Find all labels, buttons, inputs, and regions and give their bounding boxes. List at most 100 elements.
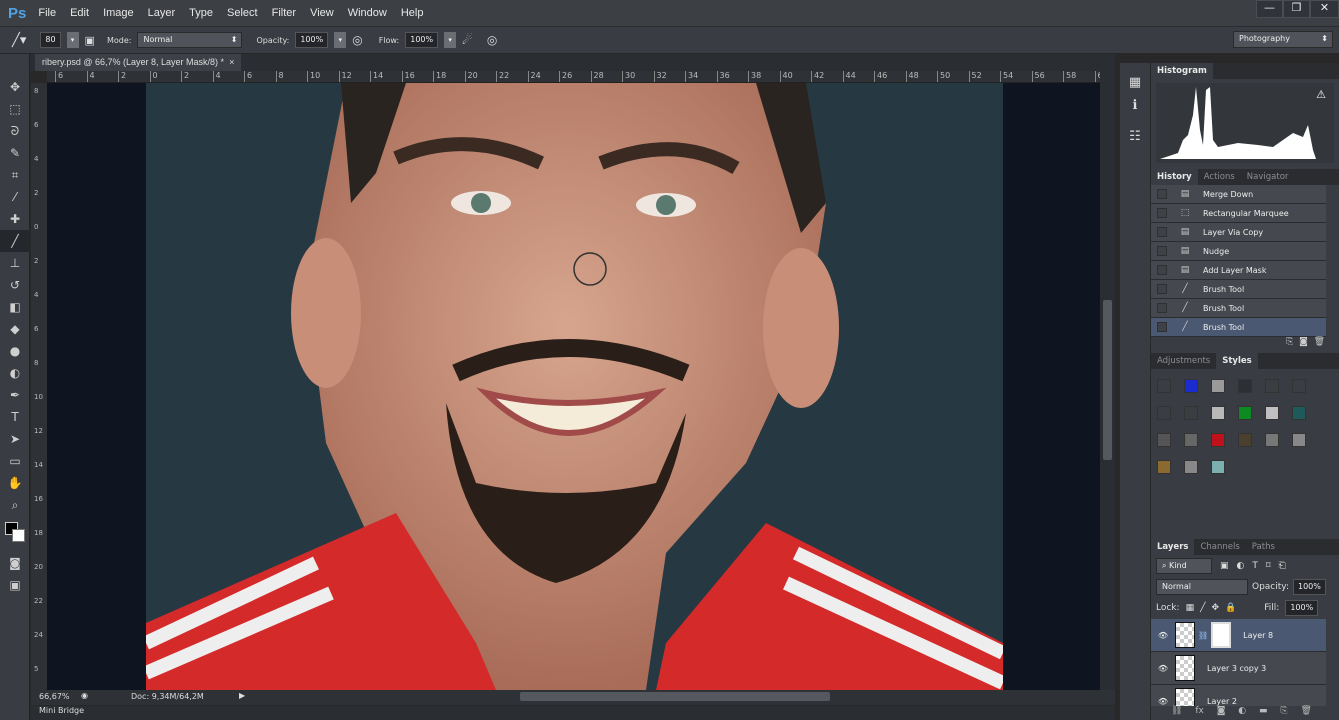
history-item[interactable]: ╱ Brush Tool bbox=[1151, 280, 1326, 299]
close-tab-icon[interactable]: × bbox=[229, 57, 234, 67]
mask-icon[interactable]: ◙ bbox=[1217, 706, 1226, 716]
screen-mode-icon[interactable]: ▣ bbox=[0, 574, 30, 596]
chevron-down-icon[interactable]: ▾ bbox=[334, 32, 347, 48]
snapshot-source-checkbox[interactable] bbox=[1157, 189, 1167, 199]
adjustment-icon[interactable]: ◐ bbox=[1238, 706, 1246, 716]
lasso-tool-icon[interactable]: ᘐ bbox=[0, 120, 30, 142]
layer-opacity-input[interactable]: 100% bbox=[1293, 579, 1326, 595]
adjustment-filter-icon[interactable]: ◐ bbox=[1237, 561, 1245, 571]
marquee-tool-icon[interactable]: ⬚ bbox=[0, 98, 30, 120]
blend-mode-select[interactable]: Normal bbox=[1156, 579, 1248, 595]
style-swatch[interactable] bbox=[1184, 460, 1198, 474]
menu-file[interactable]: File bbox=[38, 7, 56, 19]
brush-panel-icon[interactable]: ▣ bbox=[85, 34, 95, 47]
menu-help[interactable]: Help bbox=[401, 7, 424, 19]
style-swatch[interactable] bbox=[1157, 406, 1171, 420]
pressure-opacity-icon[interactable]: ◎ bbox=[352, 33, 362, 47]
style-swatch[interactable] bbox=[1211, 460, 1225, 474]
history-item[interactable]: ▤ Nudge bbox=[1151, 242, 1326, 261]
fill-input[interactable]: 100% bbox=[1285, 600, 1319, 616]
history-item[interactable]: ▤ Merge Down bbox=[1151, 185, 1326, 204]
quick-select-tool-icon[interactable]: ✎ bbox=[0, 142, 30, 164]
style-swatch[interactable] bbox=[1211, 433, 1225, 447]
style-swatch[interactable] bbox=[1184, 406, 1198, 420]
menu-edit[interactable]: Edit bbox=[70, 7, 89, 19]
pressure-size-icon[interactable]: ◎ bbox=[487, 33, 497, 47]
zoom-level[interactable]: 66,67% bbox=[39, 692, 70, 701]
tab-channels[interactable]: Channels bbox=[1194, 539, 1245, 555]
vertical-scroll-thumb[interactable] bbox=[1103, 300, 1112, 460]
history-item[interactable]: ╱ Brush Tool bbox=[1151, 299, 1326, 318]
style-swatch[interactable] bbox=[1238, 379, 1252, 393]
dodge-tool-icon[interactable]: ◐ bbox=[0, 362, 30, 384]
style-swatch[interactable] bbox=[1292, 433, 1306, 447]
flow-input[interactable]: 100% bbox=[405, 32, 439, 48]
history-brush-tool-icon[interactable]: ↺ bbox=[0, 274, 30, 296]
menu-select[interactable]: Select bbox=[227, 7, 258, 19]
type-filter-icon[interactable]: T bbox=[1252, 561, 1258, 571]
tab-history[interactable]: History bbox=[1151, 169, 1198, 185]
layer-mask-thumbnail[interactable] bbox=[1211, 622, 1232, 648]
style-swatch[interactable] bbox=[1157, 433, 1171, 447]
layer-row[interactable]: 👁 Layer 3 copy 3 bbox=[1151, 652, 1326, 685]
zoom-tool-icon[interactable]: ⌕ bbox=[0, 494, 30, 516]
status-menu-arrow[interactable]: ▶ bbox=[239, 691, 245, 700]
horizontal-scroll-thumb[interactable] bbox=[520, 692, 830, 701]
tab-layers[interactable]: Layers bbox=[1151, 539, 1195, 555]
document-image[interactable] bbox=[146, 83, 1003, 690]
crop-tool-icon[interactable]: ⌗ bbox=[0, 164, 30, 186]
snapshot-source-checkbox[interactable] bbox=[1157, 208, 1167, 218]
snapshot-source-checkbox[interactable] bbox=[1157, 284, 1167, 294]
lock-pixels-icon[interactable]: ╱ bbox=[1200, 603, 1205, 613]
eraser-tool-icon[interactable]: ◧ bbox=[0, 296, 30, 318]
hand-tool-icon[interactable]: ✋ bbox=[0, 472, 30, 494]
smart-object-filter-icon[interactable]: ⎗ bbox=[1279, 561, 1286, 571]
shape-tool-icon[interactable]: ▭ bbox=[0, 450, 30, 472]
history-item[interactable]: ⬚ Rectangular Marquee bbox=[1151, 204, 1326, 223]
mask-link-icon[interactable]: ⛓ bbox=[1198, 631, 1208, 640]
tab-paths[interactable]: Paths bbox=[1246, 539, 1281, 555]
brush-tool-icon[interactable]: ╱ bbox=[0, 230, 30, 252]
opacity-input[interactable]: 100% bbox=[295, 32, 329, 48]
style-swatch[interactable] bbox=[1265, 406, 1279, 420]
menu-image[interactable]: Image bbox=[103, 7, 134, 19]
menu-layer[interactable]: Layer bbox=[148, 7, 176, 19]
background-color[interactable] bbox=[12, 529, 25, 542]
tab-actions[interactable]: Actions bbox=[1198, 169, 1241, 185]
chevron-down-icon[interactable]: ▾ bbox=[66, 32, 79, 48]
menu-filter[interactable]: Filter bbox=[272, 7, 296, 19]
style-swatch[interactable] bbox=[1238, 406, 1252, 420]
mode-select[interactable]: Normal ⬍ bbox=[137, 32, 243, 48]
cache-warning-icon[interactable]: ⚠ bbox=[1316, 88, 1326, 101]
move-tool-icon[interactable]: ✥ bbox=[0, 76, 30, 98]
style-swatch[interactable] bbox=[1211, 406, 1225, 420]
style-swatch[interactable] bbox=[1157, 379, 1171, 393]
layer-row[interactable]: 👁 ⛓ Layer 8 bbox=[1151, 619, 1326, 652]
lock-position-icon[interactable]: ✥ bbox=[1212, 603, 1220, 613]
workspace-select[interactable]: Photography ⬍ bbox=[1233, 31, 1333, 48]
history-item[interactable]: ╱ Brush Tool bbox=[1151, 318, 1326, 337]
document-tab[interactable]: ribery.psd @ 66,7% (Layer 8, Layer Mask/… bbox=[35, 54, 242, 71]
info-icon[interactable]: ℹ bbox=[1120, 98, 1150, 113]
mini-bridge-tab[interactable]: Mini Bridge bbox=[39, 706, 84, 715]
menu-window[interactable]: Window bbox=[348, 7, 387, 19]
pixel-filter-icon[interactable]: ▣ bbox=[1220, 561, 1229, 571]
history-item[interactable]: ▤ Add Layer Mask bbox=[1151, 261, 1326, 280]
shape-filter-icon[interactable]: ⌑ bbox=[1266, 561, 1271, 571]
clone-source-icon[interactable]: ☷ bbox=[1120, 129, 1150, 144]
snapshot-source-checkbox[interactable] bbox=[1157, 303, 1167, 313]
blur-tool-icon[interactable]: ● bbox=[0, 340, 30, 362]
paint-bucket-tool-icon[interactable]: ◆ bbox=[0, 318, 30, 340]
trash-icon[interactable]: 🗑 bbox=[1314, 337, 1325, 347]
snapshot-source-checkbox[interactable] bbox=[1157, 322, 1167, 332]
snapshot-source-checkbox[interactable] bbox=[1157, 265, 1167, 275]
clone-stamp-tool-icon[interactable]: ⊥ bbox=[0, 252, 30, 274]
style-swatch[interactable] bbox=[1238, 433, 1252, 447]
delete-layer-icon[interactable]: 🗑 bbox=[1301, 706, 1312, 716]
style-swatch[interactable] bbox=[1157, 460, 1171, 474]
airbrush-icon[interactable]: ☄ bbox=[462, 33, 473, 47]
restore-button[interactable]: ❐ bbox=[1283, 0, 1310, 18]
fx-icon[interactable]: fx bbox=[1195, 706, 1204, 716]
visibility-eye-icon[interactable]: 👁 bbox=[1151, 631, 1175, 640]
eyedropper-tool-icon[interactable]: ⁄ bbox=[0, 186, 30, 208]
